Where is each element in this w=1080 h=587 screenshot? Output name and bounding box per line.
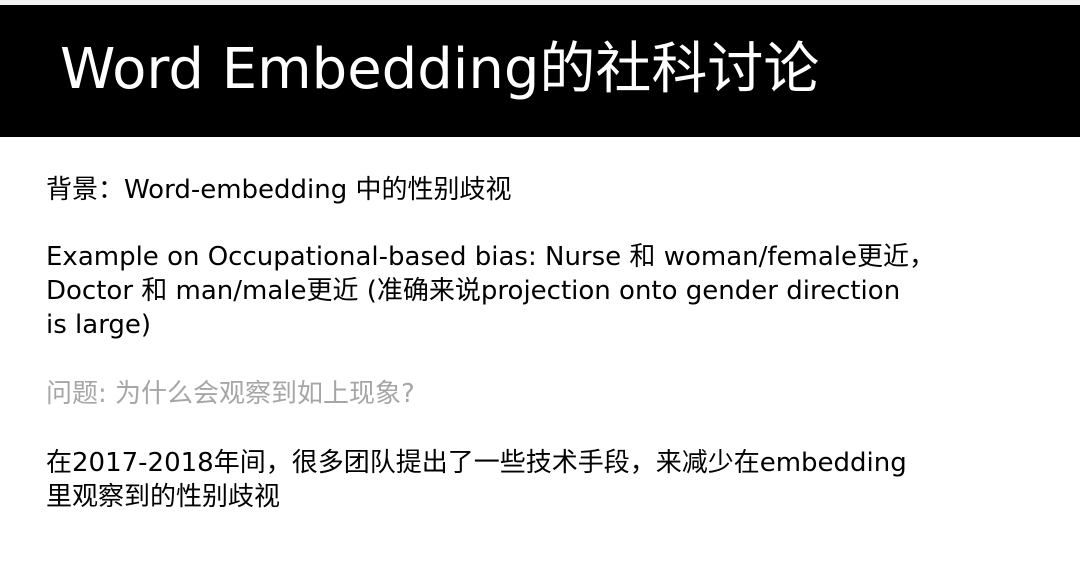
example-line-1: Example on Occupational-based bias: Nurs… (46, 242, 935, 272)
example-line-2: Doctor 和 man/male更近 (准确来说projection onto… (46, 276, 901, 306)
background-paragraph: 背景：Word-embedding 中的性别歧视 (46, 175, 512, 205)
example-paragraph: Example on Occupational-based bias: Nurs… (46, 240, 935, 342)
answer-line-1: 在2017-2018年间，很多团队提出了一些技术手段，来减少在embedding (46, 448, 907, 478)
answer-paragraph: 在2017-2018年间，很多团队提出了一些技术手段，来减少在embedding… (46, 446, 907, 514)
title-bar: Word Embedding的社科讨论 (0, 5, 1080, 137)
question-paragraph: 问题: 为什么会观察到如上现象? (46, 379, 415, 409)
example-line-3: is large) (46, 310, 152, 340)
slide: Word Embedding的社科讨论 背景：Word-embedding 中的… (0, 0, 1080, 587)
answer-line-2: 里观察到的性别歧视 (46, 482, 281, 512)
slide-title: Word Embedding的社科讨论 (60, 37, 820, 102)
